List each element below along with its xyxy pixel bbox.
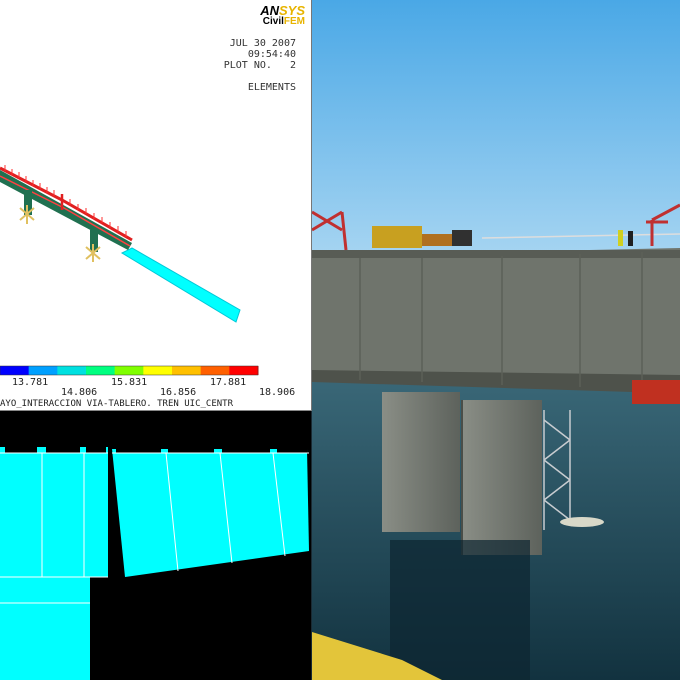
mesh-block-lower — [0, 577, 90, 680]
mesh-block-upper-left — [0, 447, 108, 577]
legend-swatch — [57, 366, 87, 375]
small-boat — [560, 517, 604, 527]
equipment-dark — [452, 230, 472, 246]
bridge-construction-photo — [312, 0, 680, 680]
mesh-drawing — [0, 447, 309, 680]
rail-upper — [0, 166, 133, 242]
color-legend-bar — [0, 365, 259, 376]
legend-swatch — [200, 366, 230, 375]
machine-orange — [422, 234, 452, 246]
fem-model-view: ANSYS CivilFEM JUL 30 2007 09:54:40 PLOT… — [0, 0, 312, 411]
legend-swatch — [229, 366, 259, 375]
worker-1 — [618, 230, 623, 246]
legend-swatch — [0, 366, 30, 375]
legend-tick-1: 13.781 — [12, 377, 49, 388]
legend-swatch — [172, 366, 202, 375]
legend-tick-6: 18.906 — [259, 387, 296, 398]
plot-subtitle: AYO_INTERACCION VIA-TABLERO. TREN UIC_CE… — [0, 399, 233, 409]
photo-scene — [312, 0, 680, 680]
red-platform — [632, 380, 680, 404]
deck-edge — [312, 250, 680, 258]
legend-tick-4: 16.856 — [160, 387, 197, 398]
pier-reflection — [390, 540, 530, 680]
generator-yellow — [372, 226, 422, 248]
legend-swatch — [114, 366, 144, 375]
sky — [312, 0, 680, 265]
mesh-top-caps — [5, 447, 307, 453]
legend-tick-5: 17.881 — [210, 377, 247, 388]
legend-swatch — [143, 366, 173, 375]
worker-2 — [628, 231, 633, 246]
deck-slab — [312, 248, 680, 384]
element-mesh-detail — [0, 411, 311, 680]
legend-tick-2: 14.806 — [61, 387, 98, 398]
deck-cyan-segment — [120, 247, 241, 323]
legend-swatch — [86, 366, 116, 375]
mesh-block-tilted — [112, 449, 309, 577]
legend-tick-3: 15.831 — [111, 377, 148, 388]
legend-swatch — [28, 366, 58, 375]
pier-left — [382, 392, 460, 532]
pier-right — [462, 400, 542, 555]
bridge-model-drawing — [0, 165, 259, 376]
